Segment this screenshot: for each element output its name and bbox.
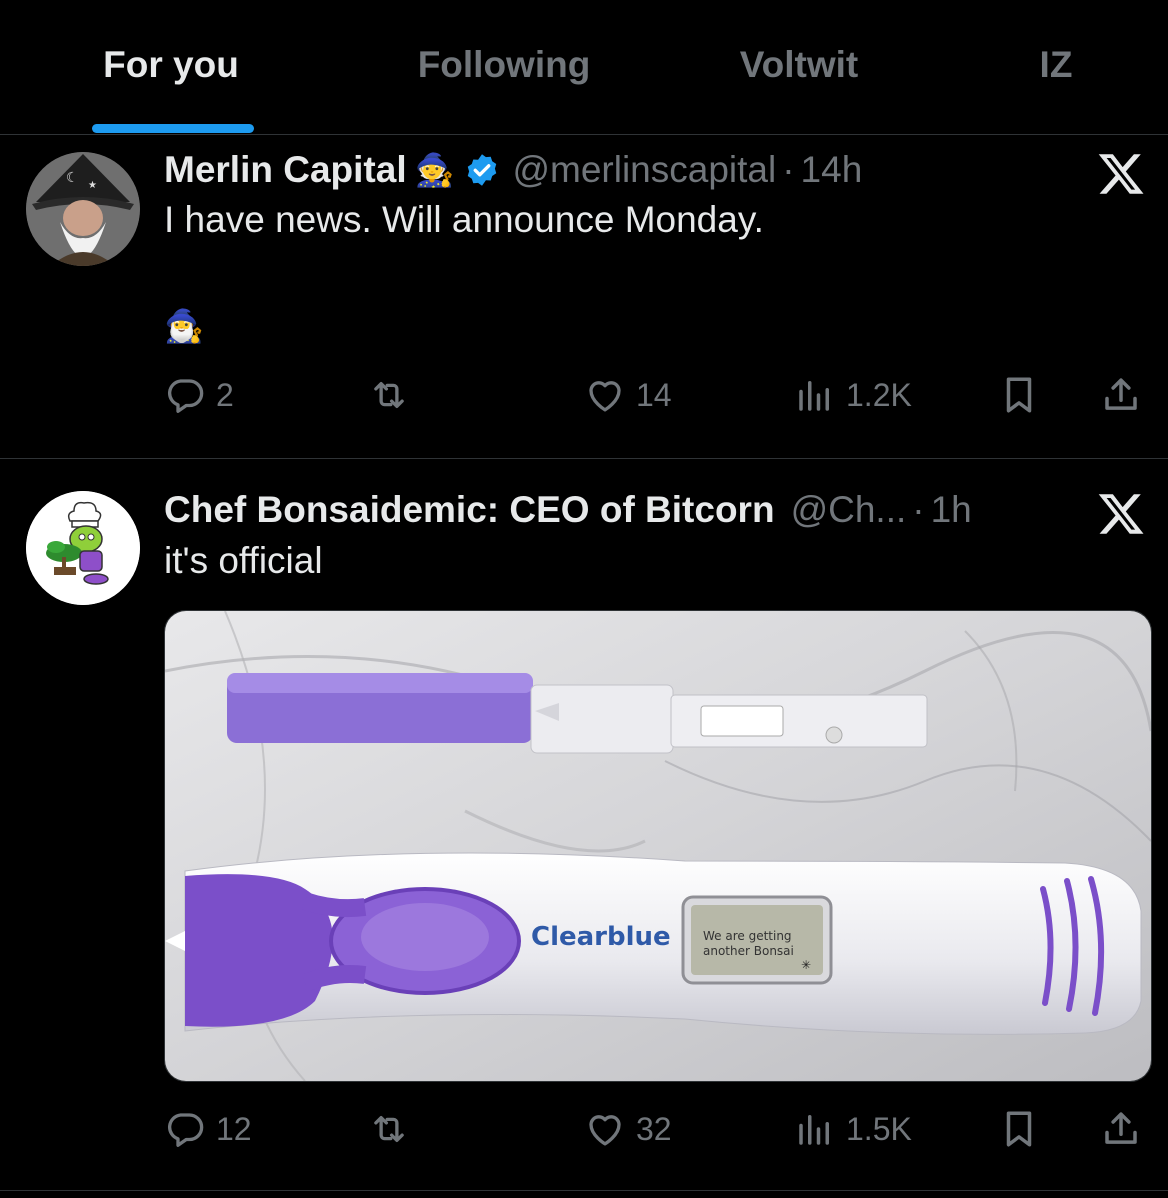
tab-for-you[interactable]: For you (103, 44, 239, 86)
post-header: Chef Bonsaidemic: CEO of Bitcorn @Ch... … (164, 488, 972, 532)
share-icon (1105, 378, 1137, 410)
repost-button[interactable] (368, 1104, 420, 1154)
svg-text:★: ★ (88, 180, 97, 191)
views-button[interactable]: 1.5K (794, 1104, 912, 1154)
tab-following[interactable]: Following (418, 44, 591, 86)
post-text: it's official (164, 540, 323, 581)
handle[interactable]: @Ch... (791, 489, 907, 531)
repost-icon (374, 381, 404, 409)
tab-voltwit[interactable]: Voltwit (740, 44, 859, 86)
post-merlin-capital[interactable]: ☾ ★ Merlin Capital 🧙 @merlinscapital · 1… (0, 135, 1168, 459)
handle[interactable]: @merlinscapital (512, 149, 776, 191)
like-count: 14 (636, 376, 672, 413)
reply-icon (168, 379, 204, 413)
device-brand-text: Clearblue (531, 922, 671, 952)
repost-button[interactable] (368, 370, 420, 420)
reply-button[interactable]: 12 (164, 1104, 252, 1154)
timestamp[interactable]: 14h (801, 149, 863, 191)
verified-badge-icon (464, 152, 500, 188)
reply-button[interactable]: 2 (164, 370, 234, 420)
like-button[interactable]: 14 (584, 370, 672, 420)
timeline-tabs: For you Following Voltwit IZ (0, 0, 1168, 135)
views-icon (799, 381, 829, 411)
post-header: Merlin Capital 🧙 @merlinscapital · 14h (164, 148, 862, 192)
timestamp[interactable]: 1h (931, 489, 972, 531)
bookmark-button[interactable] (998, 370, 1050, 420)
post-actions: 12 32 1.5K (164, 1104, 1148, 1154)
post-chef-bonsaidemic[interactable]: Chef Bonsaidemic: CEO of Bitcorn @Ch... … (0, 459, 1168, 1191)
views-icon (799, 1115, 829, 1145)
share-button[interactable] (1100, 1104, 1152, 1154)
x-logo-icon[interactable] (1096, 149, 1146, 199)
x-logo-icon[interactable] (1096, 489, 1146, 539)
post-image[interactable]: Clearblue We are getting another Bonsai … (164, 610, 1152, 1082)
reply-icon (168, 1113, 204, 1147)
bookmark-icon (1006, 377, 1032, 413)
bookmark-icon (1006, 1111, 1032, 1147)
display-name[interactable]: Chef Bonsaidemic: CEO of Bitcorn (164, 489, 775, 531)
svg-text:✳: ✳ (801, 958, 811, 972)
bookmark-button[interactable] (998, 1104, 1050, 1154)
avatar[interactable]: ☾ ★ (26, 152, 140, 266)
post-text-emoji: 🧙‍♂️ (164, 308, 204, 344)
post-text: I have news. Will announce Monday. (164, 199, 764, 240)
views-count: 1.5K (846, 1110, 912, 1147)
tab-iz[interactable]: IZ (1040, 44, 1073, 86)
reply-count: 2 (216, 376, 234, 413)
reply-count: 12 (216, 1110, 252, 1147)
like-count: 32 (636, 1110, 672, 1147)
screen-line1: We are getting (703, 929, 792, 943)
share-icon (1105, 1112, 1137, 1144)
views-button[interactable]: 1.2K (794, 370, 912, 420)
post-actions: 2 14 1.2K (164, 370, 1148, 420)
share-button[interactable] (1100, 370, 1152, 420)
separator-dot: · (782, 149, 795, 190)
screen-line2: another Bonsai (703, 944, 794, 958)
heart-icon (589, 1115, 621, 1146)
views-count: 1.2K (846, 376, 912, 413)
display-name[interactable]: Merlin Capital (164, 149, 407, 191)
repost-icon (374, 1115, 404, 1143)
svg-text:☾: ☾ (66, 170, 79, 186)
wizard-emoji: 🧙 (414, 152, 455, 188)
avatar[interactable] (26, 491, 140, 605)
separator-dot: · (912, 489, 925, 530)
like-button[interactable]: 32 (584, 1104, 672, 1154)
heart-icon (589, 381, 621, 412)
active-tab-indicator (92, 124, 254, 133)
